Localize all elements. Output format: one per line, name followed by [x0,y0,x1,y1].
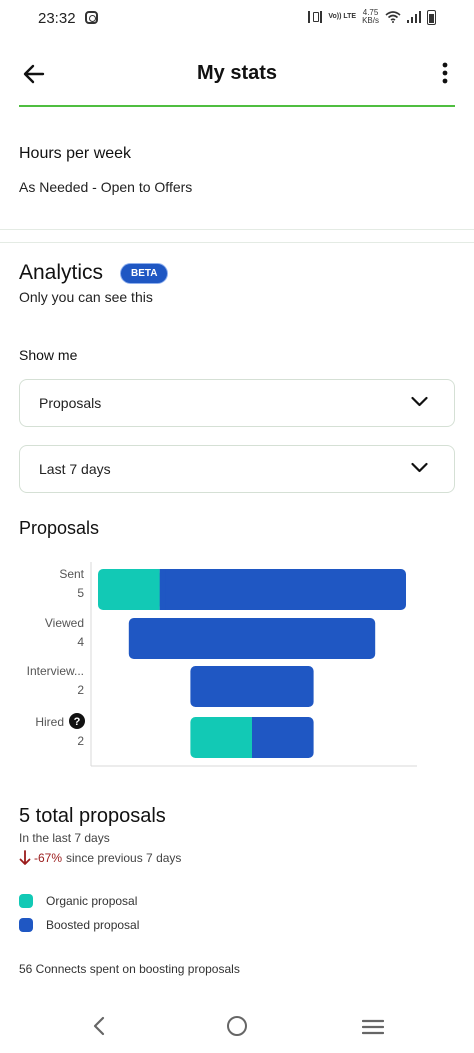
change-indicator: -67% since previous 7 days [19,850,181,866]
legend-label: Organic proposal [46,894,138,908]
section-divider [0,242,474,243]
instagram-notification-icon [85,11,98,24]
funnel-value-label: 2 [77,734,84,748]
proposals-funnel-chart: Sent 5 Viewed 4 Interview... 2 Hired 2? [27,562,417,767]
network-speed: 4.75 KB/s [362,9,379,25]
funnel-value-label: 4 [77,635,84,649]
more-options-icon[interactable] [442,62,448,84]
status-icons: Vo)) LTE 4.75 KB/s [308,9,436,25]
hours-per-week-value: As Needed - Open to Offers [19,179,193,195]
funnel-bar-organic [190,717,252,758]
total-proposals-period: In the last 7 days [19,831,110,845]
app-header: My stats [0,50,474,100]
status-bar: 23:32 Vo)) LTE 4.75 KB/s [0,0,474,40]
metric-select[interactable]: Proposals [19,379,455,427]
header-underline [19,105,455,107]
change-percent: -67% [34,851,63,865]
wifi-icon [385,11,401,23]
funnel-bar-boosted [159,569,406,610]
period-select-value: Last 7 days [39,461,111,477]
network-type-label: Vo)) LTE [328,13,357,20]
proposals-chart-title: Proposals [19,518,100,538]
funnel-bar-boosted [190,666,314,707]
analytics-title: Analytics [19,261,104,284]
period-select[interactable]: Last 7 days [19,445,455,493]
battery-icon [427,9,436,25]
show-me-label: Show me [19,347,78,363]
funnel-bar-boosted-joint [159,569,166,610]
funnel-category-label: Interview... [27,664,84,678]
funnel-bar-organic-joint [246,717,252,758]
system-back-icon[interactable] [90,1016,108,1036]
funnel-bar-organic [98,569,160,610]
connects-spent-note: 56 Connects spent on boosting proposals [19,962,240,976]
signal-icon [407,11,421,23]
funnel-value-label: 2 [77,683,84,697]
funnel-bar-boosted-joint [252,717,258,758]
funnel-value-label: 5 [77,586,84,600]
system-recents-icon[interactable] [362,1019,384,1035]
funnel-category-label: Sent [59,567,84,581]
arrow-down-icon [19,850,31,865]
section-divider [0,229,474,230]
hours-per-week-title: Hours per week [19,145,132,162]
page-title: My stats [196,62,278,84]
system-home-icon[interactable] [227,1016,247,1036]
analytics-subtitle: Only you can see this [19,289,153,305]
legend-item-organic: Organic proposal [19,894,137,908]
metric-select-value: Proposals [39,395,102,411]
legend-swatch-boosted [19,918,33,932]
funnel-category-label: Hired [35,715,64,729]
network-speed-unit: KB/s [362,16,379,25]
change-text: since previous 7 days [66,851,182,865]
beta-badge: BETA [120,263,169,284]
funnel-category-label: Viewed [45,616,84,630]
status-time: 23:32 [38,10,76,27]
chevron-down-icon [411,462,428,473]
chevron-down-icon [411,396,428,407]
funnel-bar-organic-joint [153,569,160,610]
funnel-bar-boosted [252,717,314,758]
total-proposals-title: 5 total proposals [19,805,166,827]
question-mark-glyph: ? [74,716,81,728]
legend-swatch-organic [19,894,33,908]
legend-item-boosted: Boosted proposal [19,918,139,932]
funnel-bar-boosted [128,618,376,659]
system-nav-bar [0,1000,474,1053]
legend-label: Boosted proposal [46,918,140,932]
vibrate-icon [308,11,323,23]
